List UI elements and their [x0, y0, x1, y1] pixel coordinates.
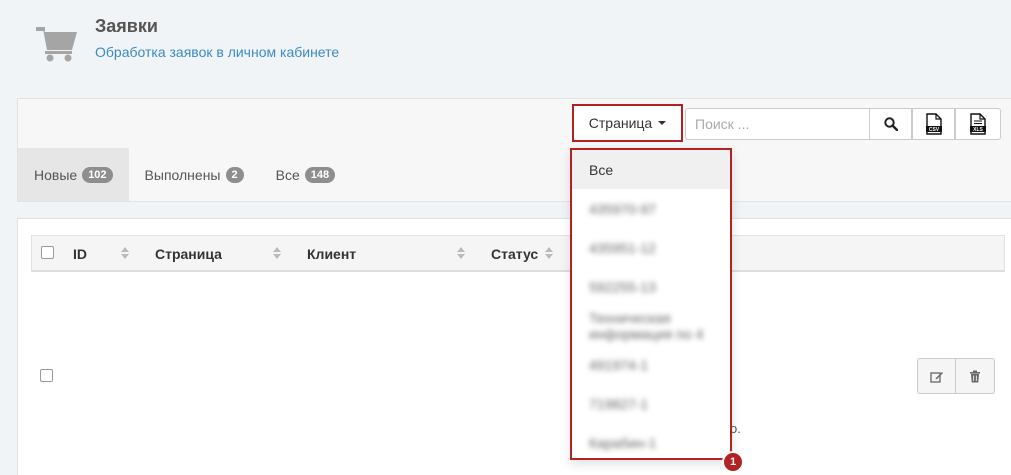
svg-text:CSV: CSV — [928, 127, 939, 133]
trash-icon — [970, 370, 980, 382]
edit-button[interactable] — [917, 358, 956, 394]
row-actions — [917, 358, 995, 394]
dropdown-item-label: Техническая информация по 4 — [589, 309, 704, 342]
search-icon — [883, 117, 898, 131]
xls-file-icon: XLS — [970, 113, 986, 135]
dropdown-item-label: 435951-12 — [589, 239, 656, 256]
dropdown-item-label: Карабин-1 — [589, 434, 657, 451]
tab-label: Все — [275, 166, 300, 183]
dropdown-item[interactable]: 491974-1 — [572, 345, 730, 384]
dropdown-item[interactable]: 435970-97 — [572, 189, 730, 228]
csv-file-icon: CSV — [925, 113, 942, 135]
export-csv-button[interactable]: CSV — [912, 108, 955, 140]
tab-count-badge: 148 — [304, 166, 336, 183]
tab-new[interactable]: Новые 102 — [18, 148, 129, 201]
sort-icon[interactable] — [545, 247, 553, 259]
search-input[interactable] — [685, 108, 870, 140]
dropdown-item-label: Все — [589, 161, 614, 178]
dropdown-item[interactable]: Карабин-1 — [572, 423, 730, 462]
tab-completed[interactable]: Выполнены 2 — [129, 148, 260, 201]
export-xls-button[interactable]: XLS — [955, 108, 1001, 140]
status-tabs: Новые 102 Выполнены 2 Все 148 — [18, 148, 351, 202]
page-filter-dropdown-menu: Все 435970-97 435951-12 592255-13 Технич… — [570, 148, 732, 460]
tab-label: Новые — [34, 166, 78, 183]
page-filter-dropdown-button[interactable]: Страница — [572, 104, 683, 142]
select-all-checkbox[interactable] — [41, 246, 54, 259]
delete-button[interactable] — [956, 358, 995, 394]
dropdown-item[interactable]: Техническая информация по 4 — [572, 306, 730, 345]
dropdown-item[interactable]: 719827-1 — [572, 384, 730, 423]
column-header-id[interactable]: ID — [73, 236, 87, 271]
dropdown-item-label: 719827-1 — [589, 395, 649, 412]
table-header: ID Страница Клиент Статус — [31, 235, 1005, 272]
page-filter-label: Страница — [588, 115, 653, 131]
tab-count-badge: 102 — [82, 166, 113, 183]
dropdown-item-all[interactable]: Все — [572, 150, 730, 189]
svg-text:XLS: XLS — [973, 127, 983, 133]
page-title: Заявки — [95, 16, 158, 36]
cart-icon — [36, 27, 77, 62]
dropdown-item[interactable]: 435951-12 — [572, 228, 730, 267]
tab-all[interactable]: Все 148 — [260, 148, 351, 201]
tab-count-badge: 2 — [225, 166, 244, 183]
page-subtitle-link[interactable]: Обработка заявок в личном кабинете — [95, 44, 339, 60]
tab-label: Выполнены — [144, 166, 221, 183]
dropdown-item-label: 435970-97 — [589, 200, 656, 217]
column-header-status[interactable]: Статус — [491, 236, 538, 271]
dropdown-item-label: 491974-1 — [589, 356, 649, 373]
column-header-client[interactable]: Клиент — [307, 236, 356, 271]
search-button[interactable] — [869, 108, 912, 140]
annotation-marker: 1 — [722, 451, 744, 473]
sort-icon[interactable] — [457, 247, 465, 259]
sort-icon[interactable] — [121, 247, 129, 259]
row-checkbox[interactable] — [40, 369, 53, 382]
dropdown-item[interactable]: 592255-13 — [572, 267, 730, 306]
sort-icon[interactable] — [273, 247, 281, 259]
edit-icon — [929, 371, 943, 383]
dropdown-item-label: 592255-13 — [589, 278, 656, 295]
column-header-page[interactable]: Страница — [155, 236, 222, 271]
caret-down-icon — [658, 121, 667, 125]
